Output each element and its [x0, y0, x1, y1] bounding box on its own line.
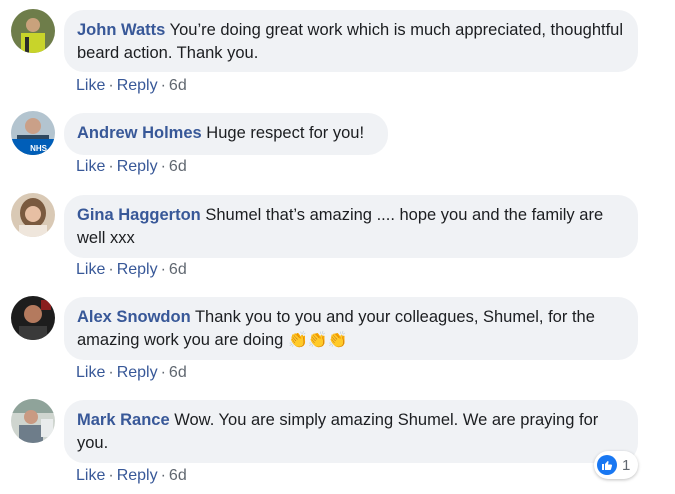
separator: · [108, 261, 114, 278]
avatar[interactable] [11, 296, 55, 340]
separator: · [108, 158, 114, 175]
comment-actions: Like · Reply · 6d [76, 364, 187, 382]
comment-bubble: Gina Haggerton Shumel that’s amazing ...… [64, 195, 638, 258]
reaction-count: 1 [622, 456, 631, 474]
separator: · [160, 261, 166, 278]
comment-bubble: Andrew Holmes Huge respect for you! [64, 113, 388, 155]
timestamp[interactable]: 6d [169, 158, 187, 175]
separator: · [160, 77, 166, 94]
comment-author[interactable]: Mark Rance [77, 411, 170, 429]
separator: · [108, 467, 114, 484]
avatar[interactable]: NHS [11, 111, 55, 155]
reaction-count-badge[interactable]: 1 [594, 451, 639, 479]
avatar[interactable] [11, 193, 55, 237]
like-link[interactable]: Like [76, 158, 105, 175]
avatar[interactable] [11, 9, 55, 53]
comment-text: Huge respect for you! [206, 124, 365, 142]
reply-link[interactable]: Reply [117, 77, 158, 94]
thumbs-up-icon [597, 455, 617, 475]
comment-actions: Like · Reply · 6d [76, 261, 187, 279]
avatar[interactable] [11, 399, 55, 443]
comment-actions: Like · Reply · 6d [76, 158, 187, 176]
timestamp[interactable]: 6d [169, 467, 187, 484]
comment-actions: Like · Reply · 6d [76, 77, 187, 95]
reply-link[interactable]: Reply [117, 261, 158, 278]
clapping-hands-icon: 👏👏👏 [287, 331, 348, 349]
separator: · [160, 467, 166, 484]
comment-bubble: Mark Rance Wow. You are simply amazing S… [64, 400, 638, 463]
separator: · [108, 364, 114, 381]
comment-actions: Like · Reply · 6d [76, 467, 187, 485]
separator: · [160, 364, 166, 381]
like-link[interactable]: Like [76, 467, 105, 484]
comment-bubble: Alex Snowdon Thank you to you and your c… [64, 297, 638, 360]
timestamp[interactable]: 6d [169, 364, 187, 381]
comment-author[interactable]: John Watts [77, 21, 165, 39]
comment-author[interactable]: Alex Snowdon [77, 308, 191, 326]
timestamp[interactable]: 6d [169, 261, 187, 278]
like-link[interactable]: Like [76, 261, 105, 278]
separator: · [160, 158, 166, 175]
reply-link[interactable]: Reply [117, 364, 158, 381]
like-link[interactable]: Like [76, 77, 105, 94]
like-link[interactable]: Like [76, 364, 105, 381]
comment-author[interactable]: Gina Haggerton [77, 206, 201, 224]
timestamp[interactable]: 6d [169, 77, 187, 94]
comment-bubble: John Watts You’re doing great work which… [64, 10, 638, 72]
nhs-badge: NHS [30, 144, 48, 153]
reply-link[interactable]: Reply [117, 467, 158, 484]
separator: · [108, 77, 114, 94]
comment-author[interactable]: Andrew Holmes [77, 124, 202, 142]
reply-link[interactable]: Reply [117, 158, 158, 175]
